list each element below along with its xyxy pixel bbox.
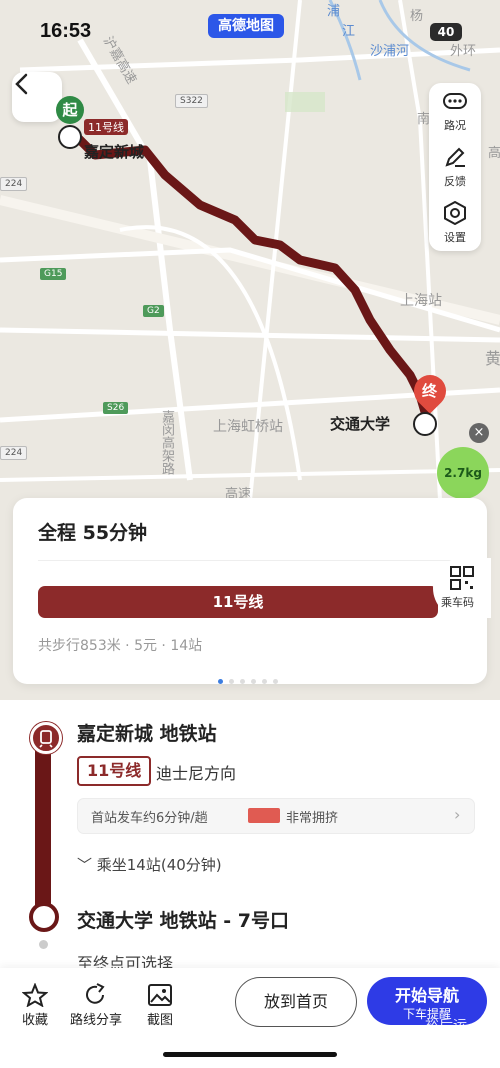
page-dot [262, 679, 267, 684]
total-duration: 全程 55分钟 [38, 522, 148, 544]
page-dot [251, 679, 256, 684]
walk-dot [39, 940, 48, 949]
watermark: 裕后运 [425, 1018, 467, 1034]
chevron-left-icon [15, 73, 28, 95]
start-station-name[interactable]: 嘉定新城 地铁站 [77, 719, 217, 746]
map-label-pu: 浦 [327, 4, 341, 19]
page-indicator [218, 669, 284, 688]
train-icon [39, 730, 53, 748]
line-direction: 迪士尼方向 [156, 764, 237, 783]
map-label-shanghai-station: 上海站 [400, 293, 442, 309]
favorite-label: 收藏 [22, 1013, 49, 1028]
map-label-jiang: 江 [342, 24, 356, 39]
close-icon[interactable]: × [469, 423, 489, 443]
add-to-home-button[interactable]: 放到首页 [235, 977, 357, 1027]
route-meta: 共步行853米 · 5元 · 14站 [38, 638, 203, 654]
qr-code-icon [450, 566, 474, 590]
end-marker-label: 终 [422, 382, 438, 400]
share-route-label: 路线分享 [70, 1013, 123, 1028]
start-marker-label: 起 [62, 101, 78, 119]
page-dot [240, 679, 245, 684]
route-line [65, 125, 430, 417]
start-navigation-label: 开始导航 [394, 986, 459, 1005]
map-label-waihuan: 外环 [450, 44, 477, 59]
end-metro-icon [413, 412, 437, 436]
share-icon [86, 983, 105, 1004]
expand-stops-toggle[interactable]: ﹀ 乘坐14站(40分钟) [77, 854, 222, 875]
map-label-hongqiao: 上海虹桥站 [213, 419, 283, 435]
favorite-button[interactable]: 收藏 [22, 983, 48, 1028]
status-bar: 16:53 高德地图 40 [0, 0, 500, 60]
map-label-yang: 杨 [410, 9, 424, 24]
traffic-label: 路况 [444, 119, 466, 132]
screenshot-label: 截图 [147, 1013, 174, 1028]
map-label-jiamin: 嘉闵高架路 [159, 410, 174, 475]
road-shield: 224 [0, 177, 28, 191]
road-shield: 224 [0, 446, 28, 460]
map-label-gao: 高 [488, 146, 500, 161]
share-route-button[interactable]: 路线分享 [70, 983, 122, 1028]
amap-badge: 高德地图 [208, 14, 284, 38]
chevron-right-icon: › [454, 805, 461, 824]
traffic-button[interactable]: 路况 [429, 83, 481, 139]
crowd-level-text: 非常拥挤 [286, 811, 339, 826]
settings-button[interactable]: 设置 [429, 195, 481, 251]
page-dot [229, 679, 234, 684]
departure-frequency: 首站发车约6分钟/趟 [91, 811, 208, 826]
road-shield: S26 [103, 402, 129, 414]
ride-code-label: 乘车码 [441, 596, 474, 609]
divider [38, 560, 463, 561]
feedback-pen-icon [445, 147, 465, 167]
road-shield: G15 [40, 268, 67, 280]
crowd-level-icon [248, 808, 280, 823]
end-station-name[interactable]: 交通大学 地铁站 - 7号口 [77, 906, 289, 933]
road-shield: S322 [175, 94, 208, 108]
page-dot [218, 679, 223, 684]
map-label-shapu: 沙浦河 [370, 44, 410, 59]
map-label-huang: 黄 [485, 349, 500, 368]
end-station-node [29, 902, 59, 932]
feedback-button[interactable]: 反馈 [429, 139, 481, 195]
feedback-label: 反馈 [444, 175, 466, 188]
ride-code-button[interactable]: 乘车码 [433, 558, 491, 618]
map-start-station: 嘉定新城 [84, 143, 145, 161]
star-icon [22, 983, 48, 1007]
map-end-station: 交通大学 [330, 415, 391, 433]
road-shield: G2 [143, 305, 164, 317]
start-metro-icon [58, 125, 82, 149]
metro-station-icon [30, 722, 62, 754]
map-tools-panel: 路况 反馈 设置 [429, 83, 481, 251]
carbon-saving-badge[interactable]: 2.7kg [437, 447, 489, 499]
image-icon [148, 984, 172, 1006]
start-marker[interactable]: 起 [56, 96, 84, 124]
line-badge: 11号线 [77, 756, 152, 786]
route-summary-card[interactable]: 全程 55分钟 11号线 乘车码 共步行853米 · 5元 · 14站 [13, 498, 491, 684]
line-rail [35, 738, 51, 906]
settings-label: 设置 [444, 231, 466, 244]
back-button[interactable] [12, 72, 62, 122]
screenshot-button[interactable]: 截图 [147, 983, 173, 1028]
traffic-icon [443, 93, 467, 109]
start-line-badge: 11号线 [84, 119, 128, 135]
line-segment-bar: 11号线 [38, 586, 438, 618]
home-indicator[interactable] [163, 1052, 337, 1057]
status-time: 16:53 [40, 20, 92, 42]
crowd-info-row[interactable]: 首站发车约6分钟/趟 非常拥挤 › [77, 798, 475, 834]
page-dot [273, 679, 278, 684]
battery-indicator: 40 [430, 23, 462, 41]
settings-icon [444, 201, 466, 225]
